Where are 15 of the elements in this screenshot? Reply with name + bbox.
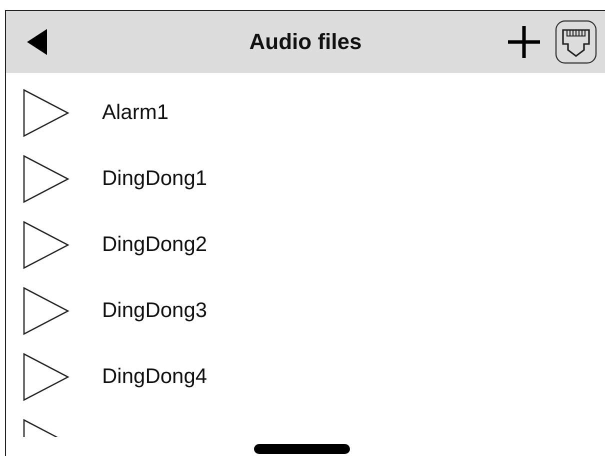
audio-file-name[interactable]: DingDong3 (102, 299, 208, 323)
play-icon[interactable] (22, 89, 70, 137)
add-icon[interactable] (507, 25, 541, 59)
play-icon[interactable] (22, 221, 70, 269)
screen-title: Audio files (249, 29, 362, 54)
audio-file-name[interactable]: DingDong1 (102, 167, 208, 191)
audio-file-name[interactable]: Alarm1 (102, 101, 169, 125)
home-indicator[interactable] (254, 444, 350, 454)
play-icon[interactable] (22, 353, 70, 401)
audio-file-name[interactable]: DingDong2 (102, 233, 208, 257)
audio-file-name[interactable]: DingDong4 (102, 365, 208, 389)
back-icon[interactable] (27, 29, 47, 55)
play-icon[interactable] (22, 155, 70, 203)
ethernet-port-icon[interactable] (555, 20, 597, 64)
play-icon[interactable] (22, 287, 70, 335)
